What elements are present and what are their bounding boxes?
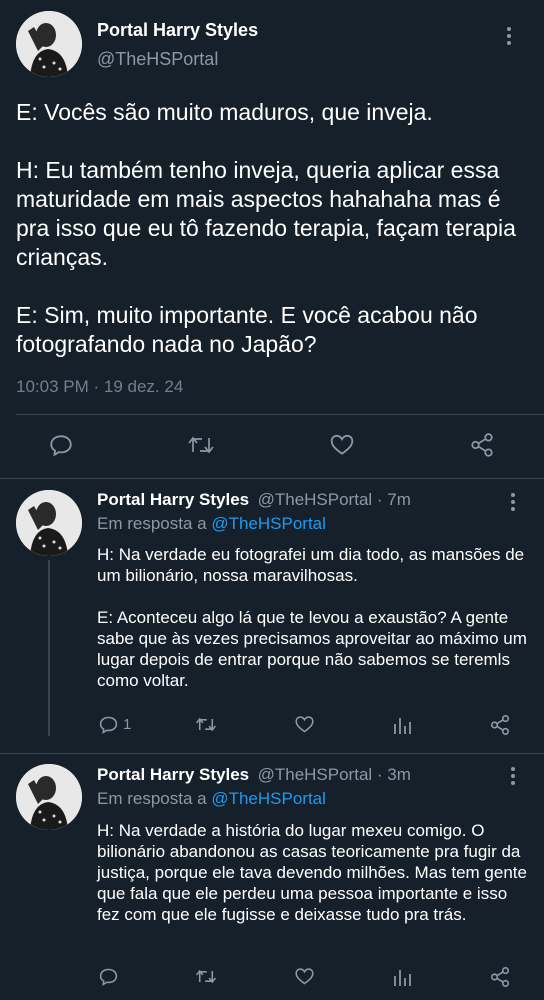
- more-icon[interactable]: [510, 766, 526, 786]
- avatar-photo: [16, 764, 82, 830]
- share-icon[interactable]: [489, 714, 511, 736]
- tweet-timestamp[interactable]: 10:03 PM · 19 dez. 24: [16, 377, 183, 397]
- divider: [0, 478, 544, 479]
- tweet-text: E: Vocês são muito maduros, que inveja. …: [16, 99, 516, 357]
- reply-context: Em resposta a @TheHSPortal: [97, 789, 326, 809]
- author-handle[interactable]: @TheHSPortal · 7m: [258, 490, 411, 509]
- author-handle[interactable]: @TheHSPortal: [97, 49, 218, 70]
- reply-to-link[interactable]: @TheHSPortal: [211, 789, 326, 808]
- more-icon[interactable]: [510, 492, 526, 512]
- author-name[interactable]: Portal Harry Styles: [97, 490, 249, 509]
- avatar-photo: [16, 11, 82, 77]
- like-icon[interactable]: [329, 432, 355, 458]
- views-icon[interactable]: [392, 714, 412, 735]
- avatar[interactable]: [16, 11, 82, 77]
- retweet-icon[interactable]: [195, 966, 217, 987]
- more-icon[interactable]: [506, 26, 522, 46]
- reply-prefix: Em resposta a: [97, 514, 212, 533]
- retweet-icon[interactable]: [195, 714, 217, 735]
- reply-icon[interactable]: [48, 432, 74, 458]
- like-icon[interactable]: [294, 714, 315, 735]
- author-name[interactable]: Portal Harry Styles: [97, 765, 249, 784]
- thread-line: [48, 560, 50, 736]
- like-icon[interactable]: [294, 966, 315, 987]
- reply-prefix: Em resposta a: [97, 789, 212, 808]
- tweet-text: H: Na verdade eu fotografei um dia todo,…: [97, 545, 527, 690]
- divider: [0, 753, 544, 754]
- reply-icon[interactable]: [98, 714, 119, 735]
- avatar[interactable]: [16, 490, 82, 556]
- reply-to-link[interactable]: @TheHSPortal: [211, 514, 326, 533]
- share-icon[interactable]: [469, 432, 495, 458]
- tweet-text: H: Na verdade a história do lugar mexeu …: [97, 821, 527, 924]
- avatar[interactable]: [16, 764, 82, 830]
- divider: [16, 414, 544, 415]
- reply-count: 1: [123, 716, 132, 733]
- views-icon[interactable]: [392, 966, 412, 987]
- reply-context: Em resposta a @TheHSPortal: [97, 514, 326, 534]
- author-name[interactable]: Portal Harry Styles: [97, 20, 258, 41]
- retweet-icon[interactable]: [187, 432, 215, 458]
- author-handle[interactable]: @TheHSPortal · 3m: [258, 765, 411, 784]
- avatar-photo: [16, 490, 82, 556]
- reply-action[interactable]: 1: [98, 714, 131, 735]
- reply-icon[interactable]: [98, 966, 119, 987]
- share-icon[interactable]: [489, 966, 511, 988]
